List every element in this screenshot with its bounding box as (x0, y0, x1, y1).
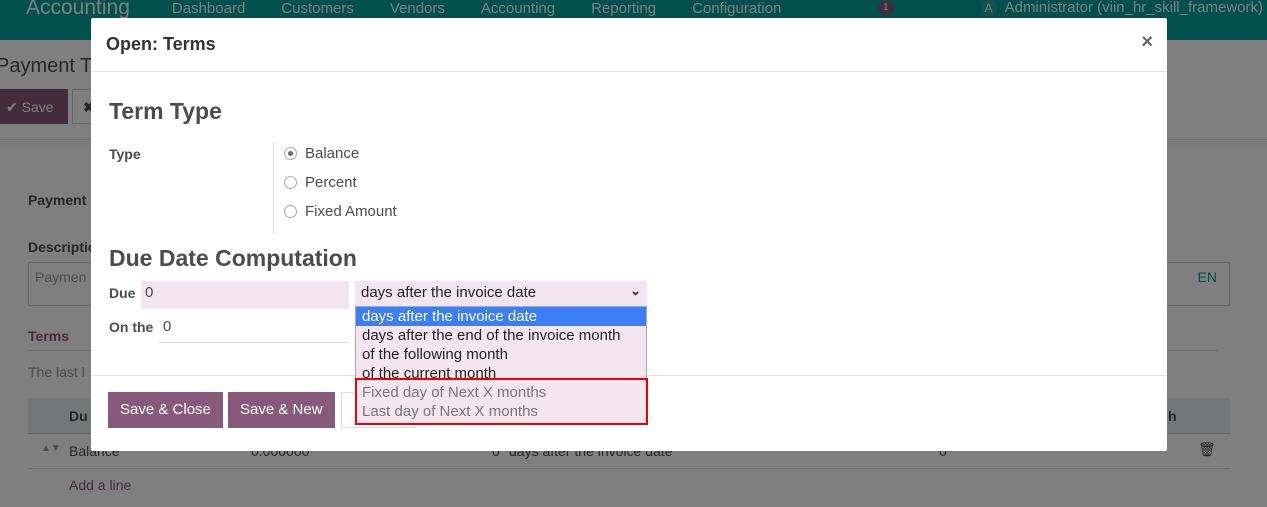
type-label: Type (109, 146, 141, 162)
save-close-button[interactable]: Save & Close (108, 392, 223, 428)
dialog-header: Open: Terms × (91, 18, 1167, 72)
option-item[interactable]: days after the invoice date (356, 307, 646, 326)
due-date-heading: Due Date Computation (109, 245, 357, 271)
radio-label: Balance (305, 145, 360, 162)
radio-checked-icon (284, 147, 297, 160)
highlight-annotation-box (355, 378, 648, 425)
radio-label: Fixed Amount (305, 203, 397, 220)
radio-balance[interactable]: Balance (284, 145, 359, 162)
radio-unchecked-icon (284, 205, 297, 218)
option-select[interactable]: days after the invoice date ⌄ (355, 281, 647, 306)
option-item[interactable]: days after the end of the invoice month (356, 326, 646, 345)
radio-unchecked-icon (284, 176, 297, 189)
on-the-input[interactable]: 0 (159, 315, 349, 343)
radio-percent[interactable]: Percent (284, 174, 357, 191)
due-label: Due (109, 285, 136, 301)
option-selected: days after the invoice date (361, 284, 537, 301)
save-new-button[interactable]: Save & New (228, 392, 335, 428)
radio-fixed-amount[interactable]: Fixed Amount (284, 203, 397, 220)
on-the-label: On the (109, 319, 154, 335)
option-item[interactable]: of the following month (356, 345, 646, 364)
due-days-input[interactable]: 0 (141, 281, 349, 309)
radio-label: Percent (305, 174, 357, 191)
open-terms-dialog: Open: Terms × Term Type Type Balance Per… (91, 18, 1167, 451)
close-icon[interactable]: × (1141, 31, 1153, 54)
field-divider (273, 142, 274, 234)
dialog-title: Open: Terms (106, 34, 216, 54)
term-type-heading: Term Type (109, 98, 222, 124)
chevron-down-icon: ⌄ (630, 283, 641, 298)
